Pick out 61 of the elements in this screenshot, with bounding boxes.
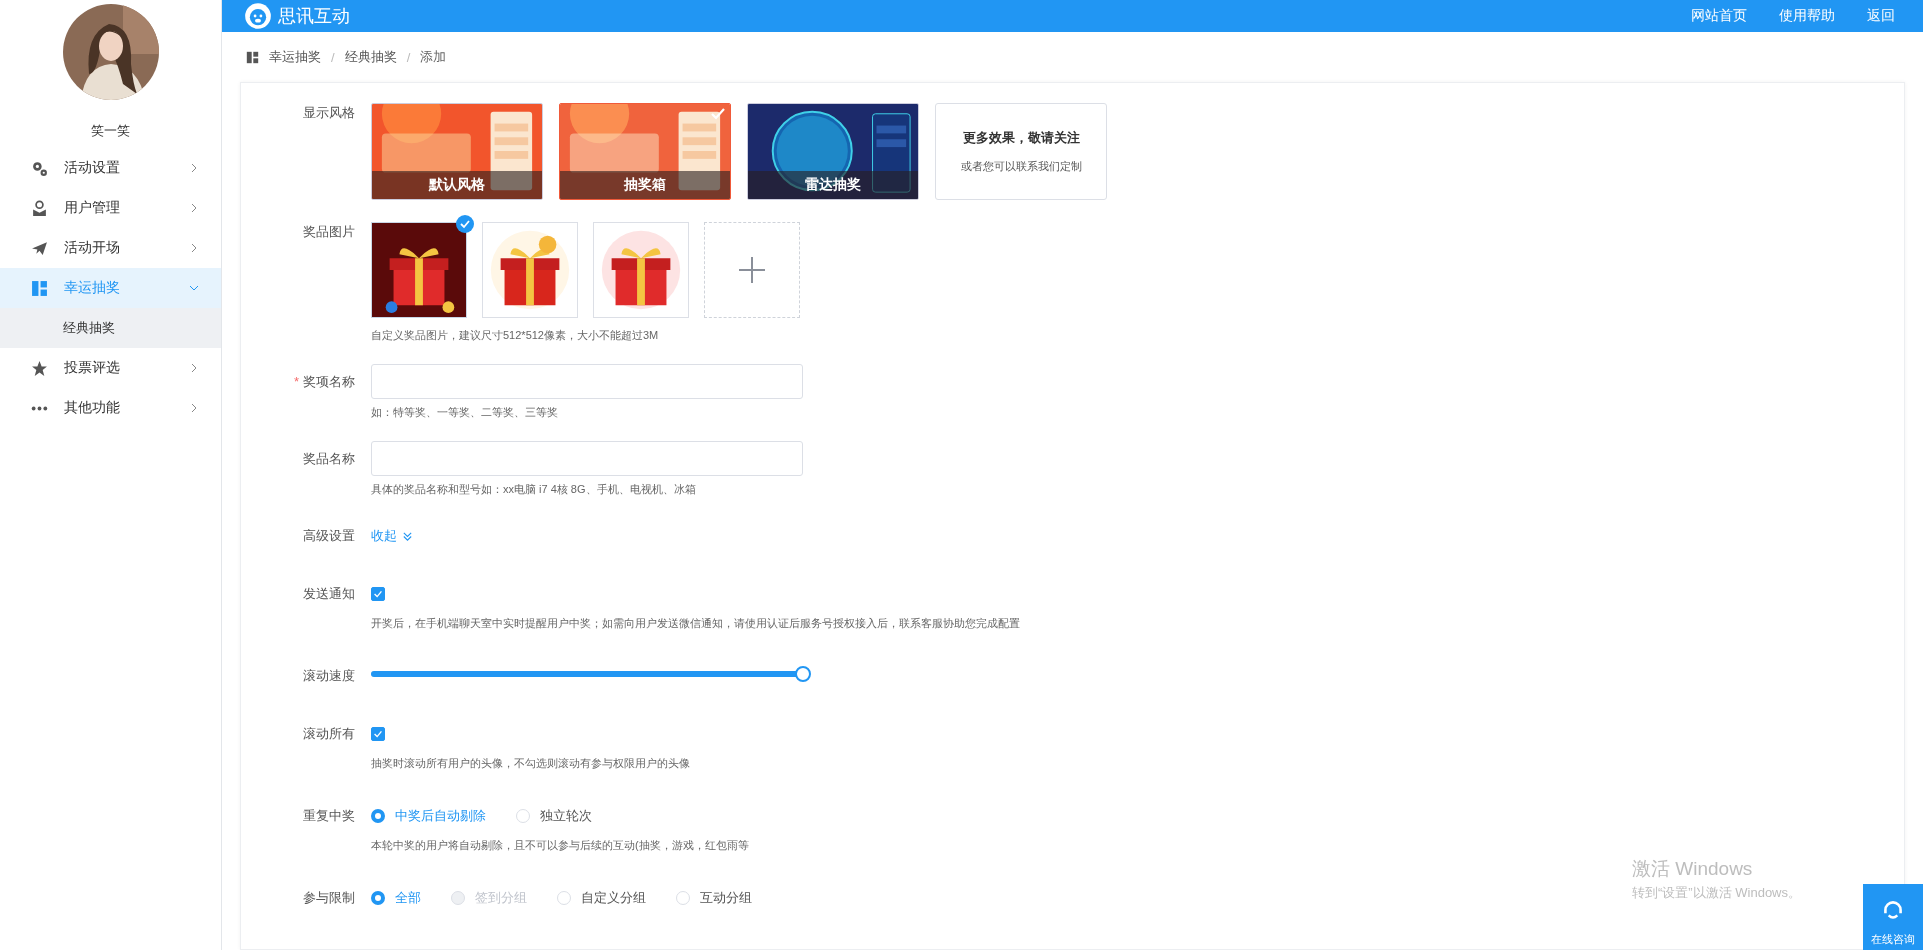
breadcrumb-separator: / bbox=[406, 49, 411, 65]
gears-icon bbox=[31, 159, 48, 177]
activation-notice-title: 激活 Windows bbox=[1632, 857, 1754, 881]
field-label: 奖品名称 bbox=[303, 451, 355, 466]
text-input-field[interactable] bbox=[371, 364, 803, 399]
menu-item[interactable]: 用户管理 bbox=[0, 188, 221, 228]
menu-item[interactable]: 活动开场 bbox=[0, 228, 221, 268]
field-label: 滚动所有 bbox=[303, 726, 355, 741]
checkbox[interactable] bbox=[371, 727, 385, 741]
check-icon bbox=[711, 108, 725, 120]
style-caption: 抽奖箱 bbox=[560, 171, 730, 199]
style-option[interactable]: 默认风格 bbox=[371, 103, 543, 200]
slider-handle[interactable] bbox=[795, 666, 811, 682]
submenu-item[interactable]: 经典抽奖 bbox=[0, 308, 221, 348]
field-label: 重复中奖 bbox=[303, 808, 355, 823]
check-badge-icon bbox=[456, 215, 474, 233]
field-label: 高级设置 bbox=[303, 528, 355, 543]
breadcrumb-link[interactable]: 经典抽奖 bbox=[344, 48, 397, 66]
plus-icon bbox=[738, 256, 766, 284]
breadcrumb-link[interactable]: 幸运抽奖 bbox=[269, 48, 321, 66]
activation-notice-text: 转到“设置”以激活 Windows。 bbox=[1632, 884, 1801, 902]
radio-option[interactable]: 自定义分组 bbox=[557, 888, 646, 908]
field-label: 参与限制 bbox=[303, 890, 355, 905]
breadcrumb-link[interactable]: 添加 bbox=[420, 48, 447, 66]
hint-text: 本轮中奖的用户将自动剔除，且不可以参与后续的互动(抽奖，游戏，红包雨等 bbox=[371, 838, 750, 852]
field-label: 奖项名称 bbox=[303, 374, 355, 389]
hint-text: 如：特等奖、一等奖、二等奖、三等奖 bbox=[371, 405, 559, 419]
hint-text: 自定义奖品图片，建议尺寸512*512像素，大小不能超过3M bbox=[371, 328, 660, 342]
radio-option[interactable]: 独立轮次 bbox=[516, 806, 592, 826]
brand-name: 思讯互动 bbox=[278, 5, 350, 28]
more-title: 更多效果，敬请关注 bbox=[962, 129, 1080, 147]
field-label: 滚动速度 bbox=[303, 668, 355, 683]
grid-icon bbox=[246, 50, 259, 64]
user-icon bbox=[31, 199, 48, 217]
double-chevron-down-icon bbox=[402, 530, 413, 542]
checkbox[interactable] bbox=[371, 587, 385, 601]
style-option[interactable]: 抽奖箱 bbox=[559, 103, 731, 200]
paper-plane-icon bbox=[31, 239, 48, 257]
field-label: 显示风格 bbox=[303, 105, 355, 120]
radio-option[interactable]: 互动分组 bbox=[676, 888, 752, 908]
hint-text: 抽奖时滚动所有用户的头像，不勾选则滚动有参与权限用户的头像 bbox=[371, 756, 691, 770]
more-icon bbox=[31, 405, 48, 411]
star-icon bbox=[31, 359, 48, 377]
menu-item[interactable]: 活动设置 bbox=[0, 148, 221, 188]
field-label: 发送通知 bbox=[303, 586, 355, 601]
style-option[interactable]: 雷达抽奖 bbox=[747, 103, 919, 200]
menu-item[interactable]: 其他功能 bbox=[0, 388, 221, 428]
required-mark: * bbox=[293, 374, 299, 389]
text-input-field[interactable] bbox=[371, 441, 803, 476]
breadcrumb-separator: / bbox=[331, 49, 335, 65]
hint-text: 具体的奖品名称和型号如：xx电脑 i7 4核 8G、手机、电视机、冰箱 bbox=[371, 482, 697, 496]
field-label: 奖品图片 bbox=[303, 224, 355, 239]
menu-item[interactable]: 投票评选 bbox=[0, 348, 221, 388]
check-icon bbox=[372, 588, 384, 600]
user-name: 笑一笑 bbox=[91, 122, 130, 140]
hint-text: 开奖后，在手机端聊天室中实时提醒用户中奖；如需向用户发送微信通知，请使用认证后服务号授权接入后，联系客服协助您完成配置 bbox=[371, 616, 1021, 630]
style-caption: 雷达抽奖 bbox=[748, 171, 918, 199]
more-subtitle: 或者您可以联系我们定制 bbox=[960, 159, 1082, 174]
style-caption: 默认风格 bbox=[372, 171, 542, 199]
grid-icon bbox=[31, 279, 48, 297]
check-icon bbox=[372, 728, 384, 740]
